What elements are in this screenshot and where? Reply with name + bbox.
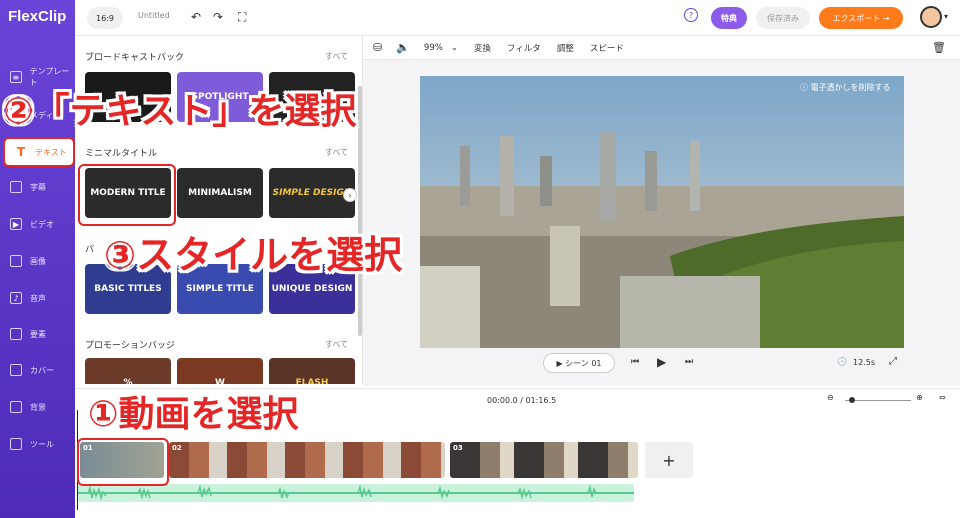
fit-screen-icon[interactable]: ⤢ (889, 356, 897, 367)
remove-watermark-link[interactable]: ⓘ 電子透かしを削除する (800, 82, 891, 93)
scene-button[interactable]: ▶ シーン 01 (543, 353, 615, 373)
section-title-badges: プロモーションバッジ (85, 341, 175, 351)
video-icon: ▶ (10, 218, 22, 230)
sidebar-item-tools[interactable]: ツール (0, 429, 75, 459)
add-clip-button[interactable]: + (645, 442, 693, 478)
sidebar-item-video[interactable]: ▶ ビデオ (0, 209, 75, 239)
app-logo: FlexClip (8, 8, 67, 25)
redo-icon[interactable]: ↷ (213, 10, 223, 24)
highlight-clip (77, 438, 169, 486)
sidebar-item-cover[interactable]: カバー (0, 355, 75, 385)
elements-icon (10, 328, 22, 340)
avatar[interactable] (920, 6, 942, 28)
annotation-step2: ②「テキスト」を選択 (3, 91, 357, 132)
sidebar-item-background[interactable]: 背景 (0, 392, 75, 422)
annotation-step3: ③スタイルを選択 (104, 233, 403, 277)
badge-thumb-2[interactable]: W (177, 358, 263, 384)
badge-thumb-3[interactable]: FLASH (269, 358, 355, 384)
see-all-link[interactable]: すべて (325, 51, 348, 62)
sidebar-item-image[interactable]: 画像 (0, 246, 75, 276)
volume-icon[interactable]: 🔈 (396, 41, 410, 54)
help-icon[interactable]: ? (684, 8, 698, 22)
sidebar-item-audio[interactable]: ♪ 音声 (0, 283, 75, 313)
chevron-right-icon[interactable]: › (343, 188, 357, 202)
music-icon: ♪ (10, 292, 22, 304)
section-title-partial: パ (85, 245, 95, 255)
editor-toolbar: ⛁ 🔈 99% ⌄ 変換 フィルタ 調整 スピード 🗑 (363, 36, 960, 60)
undo-icon[interactable]: ↶ (191, 10, 201, 24)
adjust-button[interactable]: 調整 (557, 42, 574, 54)
badge-thumb-1[interactable]: % (85, 358, 171, 384)
zoom-in-icon[interactable]: ⊕ (916, 393, 923, 402)
annotation-step1: ①動画を選択 (88, 394, 299, 435)
text-icon: T (16, 145, 26, 159)
clip-03[interactable]: 03 (450, 442, 638, 478)
skip-forward-icon[interactable]: ⏭ (685, 357, 693, 367)
panel-scrollbar[interactable] (358, 86, 362, 336)
trash-icon[interactable]: 🗑 (932, 41, 946, 54)
subtitle-icon (10, 181, 22, 193)
minimal-title-thumb-2[interactable]: MINIMALISM (177, 168, 263, 218)
top-bar: 16:9 Untitled ↶ ↷ ⛶ ? 特典 保存済み エクスポート → ▾ (75, 0, 960, 36)
see-all-link[interactable]: すべて (325, 339, 348, 350)
section-title-broadcast: ブロードキャストパック (85, 53, 185, 63)
audio-track[interactable] (78, 484, 634, 502)
saved-status: 保存済み (756, 7, 810, 29)
sidebar-item-elements[interactable]: 要素 (0, 319, 75, 349)
highlight-style (78, 164, 176, 226)
fullscreen-icon[interactable]: ⛶ (238, 10, 246, 25)
city-skyline-image (420, 76, 904, 348)
clip-02[interactable]: 02 (169, 442, 445, 478)
export-button[interactable]: エクスポート → (819, 7, 903, 29)
premium-button[interactable]: 特典 (711, 7, 747, 29)
image-icon (10, 255, 22, 267)
zoom-slider-handle[interactable] (849, 397, 855, 403)
chevron-down-icon[interactable]: ⌄ (451, 43, 458, 53)
play-icon[interactable]: ▶ (657, 355, 666, 369)
toolbox-icon (10, 438, 22, 450)
cover-icon (10, 364, 22, 376)
filter-button[interactable]: フィルタ (507, 42, 541, 54)
zoom-select[interactable]: 99% (424, 43, 443, 53)
fit-timeline-icon[interactable]: ⇔ (939, 393, 946, 402)
see-all-link[interactable]: すべて (325, 147, 348, 158)
background-icon (10, 401, 22, 413)
chevron-down-icon[interactable]: ▾ (944, 12, 948, 21)
zoom-out-icon[interactable]: ⊖ (827, 393, 834, 402)
video-preview[interactable] (420, 76, 904, 348)
skip-back-icon[interactable]: ⏮ (631, 357, 639, 367)
sidebar: FlexClip ≡ テンプレート メディア T テキスト 字幕 ▶ ビデオ 画像 ♪… (0, 0, 75, 518)
player-controls: ▶ シーン 01 ⏮ ▶ ⏭ 🕓 12.5s ⤢ (363, 352, 960, 376)
paint-bucket-icon[interactable]: ⛁ (373, 41, 382, 54)
clock-icon: 🕓 (837, 357, 847, 366)
sidebar-item-subtitles[interactable]: 字幕 (0, 172, 75, 202)
transform-button[interactable]: 変換 (474, 42, 491, 54)
aspect-ratio-button[interactable]: 16:9 (87, 7, 123, 29)
section-title-minimal: ミニマルタイトル (85, 149, 158, 159)
document-title[interactable]: Untitled (138, 11, 170, 20)
speed-button[interactable]: スピード (590, 42, 624, 54)
duration-label: 12.5s (853, 358, 875, 367)
sidebar-item-text[interactable]: T テキスト (3, 137, 75, 167)
timecode: 00:00.0 / 01:16.5 (487, 396, 557, 405)
waveform-icon (78, 484, 634, 501)
